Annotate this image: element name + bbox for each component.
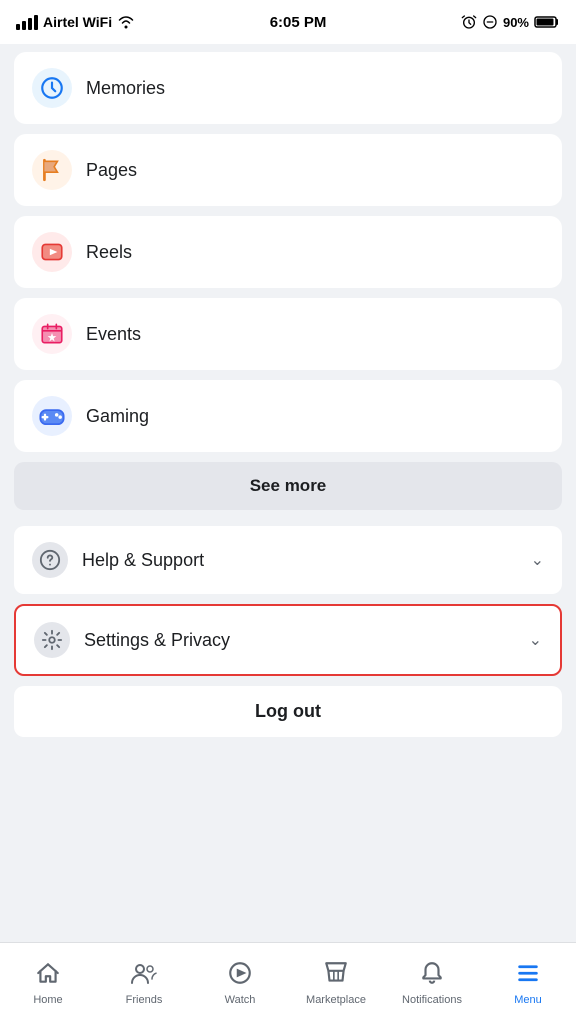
- status-left: Airtel WiFi: [16, 14, 135, 30]
- memories-menu-item[interactable]: Memories: [14, 52, 562, 124]
- nav-menu[interactable]: Menu: [480, 952, 576, 1006]
- marketplace-icon: [323, 960, 349, 991]
- bell-icon: [419, 960, 445, 991]
- events-icon: [32, 314, 72, 354]
- status-right: 90%: [461, 14, 560, 30]
- logout-button[interactable]: Log out: [14, 686, 562, 737]
- nav-home[interactable]: Home: [0, 952, 96, 1006]
- gaming-menu-item[interactable]: Gaming: [14, 380, 562, 452]
- events-menu-item[interactable]: Events: [14, 298, 562, 370]
- wifi-icon: [117, 15, 135, 29]
- nav-friends[interactable]: Friends: [96, 952, 192, 1006]
- memories-icon: [32, 68, 72, 108]
- watch-icon: [227, 960, 253, 991]
- menu-nav-label: Menu: [514, 994, 542, 1006]
- home-nav-label: Home: [33, 994, 62, 1006]
- nav-watch[interactable]: Watch: [192, 952, 288, 1006]
- pages-icon: [32, 150, 72, 190]
- battery-icon: [534, 15, 560, 29]
- main-content: Memories Pages Reels: [0, 44, 576, 757]
- gaming-icon: [32, 396, 72, 436]
- carrier-label: Airtel WiFi: [43, 14, 112, 30]
- nav-notifications[interactable]: Notifications: [384, 952, 480, 1006]
- reels-menu-item[interactable]: Reels: [14, 216, 562, 288]
- friends-icon: [130, 960, 158, 991]
- home-icon: [35, 960, 61, 991]
- settings-privacy-label: Settings & Privacy: [84, 630, 529, 651]
- reels-label: Reels: [86, 242, 132, 263]
- notifications-nav-label: Notifications: [402, 994, 462, 1006]
- help-support-label: Help & Support: [82, 550, 531, 571]
- help-chevron-icon: ⌄: [531, 550, 544, 570]
- marketplace-nav-label: Marketplace: [306, 994, 366, 1006]
- pages-menu-item[interactable]: Pages: [14, 134, 562, 206]
- dnd-icon: [482, 14, 498, 30]
- status-bar: Airtel WiFi 6:05 PM 90%: [0, 0, 576, 44]
- help-support-section: Help & Support ⌄: [14, 526, 562, 594]
- status-time: 6:05 PM: [270, 14, 327, 31]
- watch-nav-label: Watch: [225, 994, 256, 1006]
- reels-icon: [32, 232, 72, 272]
- memories-label: Memories: [86, 78, 165, 99]
- nav-marketplace[interactable]: Marketplace: [288, 952, 384, 1006]
- gaming-label: Gaming: [86, 406, 149, 427]
- menu-icon: [515, 960, 541, 991]
- pages-label: Pages: [86, 160, 137, 181]
- events-label: Events: [86, 324, 141, 345]
- settings-icon: [34, 622, 70, 658]
- signal-bars: [16, 15, 38, 30]
- help-icon: [32, 542, 68, 578]
- friends-nav-label: Friends: [126, 994, 163, 1006]
- help-support-row[interactable]: Help & Support ⌄: [14, 526, 562, 594]
- settings-chevron-icon: ⌄: [529, 630, 542, 650]
- alarm-icon: [461, 14, 477, 30]
- settings-privacy-row[interactable]: Settings & Privacy ⌄: [14, 604, 562, 676]
- bottom-nav: Home Friends Watch: [0, 942, 576, 1024]
- battery-label: 90%: [503, 15, 529, 30]
- see-more-button[interactable]: See more: [14, 462, 562, 510]
